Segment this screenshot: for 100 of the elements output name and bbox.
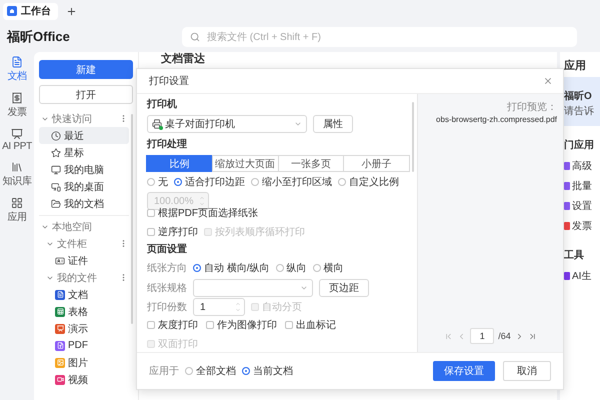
checkbox[interactable] bbox=[147, 209, 155, 217]
margins-button[interactable]: 页边距 bbox=[319, 279, 369, 297]
first-page-icon[interactable] bbox=[444, 332, 454, 340]
stepper-icon[interactable] bbox=[235, 301, 241, 313]
preview-label: 打印预览： bbox=[507, 100, 557, 114]
sidebar-item[interactable]: 图片 bbox=[39, 354, 129, 371]
app-item[interactable]: 设置 bbox=[564, 196, 600, 216]
panel-title: 应用 bbox=[564, 58, 587, 73]
mode-tab[interactable]: 小册子 bbox=[343, 155, 410, 172]
radio-button[interactable] bbox=[242, 367, 250, 375]
last-page-icon[interactable] bbox=[528, 332, 537, 340]
page-count: /64 bbox=[498, 331, 511, 341]
checkbox[interactable] bbox=[147, 321, 155, 329]
slides-file-icon bbox=[55, 324, 65, 334]
radio-button[interactable] bbox=[147, 178, 155, 186]
printer-icon bbox=[152, 119, 162, 129]
sidebar-item[interactable]: 我的电脑 bbox=[39, 161, 129, 178]
chevron-icon bbox=[294, 120, 302, 128]
option-label: 作为图像打印 bbox=[217, 318, 277, 332]
radio-button[interactable] bbox=[312, 264, 321, 272]
sidebar-item[interactable]: 星标 bbox=[39, 144, 129, 161]
paper-size-select[interactable] bbox=[193, 279, 313, 297]
radio-button[interactable] bbox=[338, 178, 346, 186]
open-button[interactable]: 打开 bbox=[39, 85, 133, 104]
mode-tab[interactable]: 一张多页 bbox=[278, 155, 344, 172]
nav-item[interactable]: 发票 bbox=[7, 92, 27, 119]
properties-button[interactable]: 属性 bbox=[313, 115, 353, 133]
option-label: 适合打印边距 bbox=[185, 176, 245, 189]
field-label: 纸张方向 bbox=[147, 262, 187, 275]
file-name: obs-browsertg-zh.compressed.pdf bbox=[436, 115, 557, 124]
option-label: 双面打印 bbox=[158, 338, 198, 351]
folder-icon bbox=[51, 198, 61, 208]
search-field[interactable]: 搜索文件 (Ctrl + Shift + F) bbox=[182, 27, 577, 47]
page-field[interactable]: 1 bbox=[470, 328, 494, 344]
printer-select[interactable]: 桌子对面打印机 bbox=[147, 115, 307, 133]
mode-tab[interactable]: 缩放过大页面 bbox=[212, 155, 278, 172]
field-label: 打印份数 bbox=[147, 300, 187, 314]
mode-tab[interactable]: 比例 bbox=[146, 155, 213, 172]
devices-icon bbox=[51, 182, 61, 192]
new-button[interactable]: 新建 bbox=[39, 60, 133, 79]
tree-folder[interactable]: 快速访问 bbox=[39, 110, 129, 127]
option-label: 自动分页 bbox=[262, 301, 302, 314]
cancel-button[interactable]: 取消 bbox=[503, 361, 551, 381]
radio-button[interactable] bbox=[185, 367, 193, 375]
option-label: 纵向 bbox=[286, 262, 307, 275]
sidebar-item[interactable]: 证件 bbox=[39, 252, 129, 269]
app-title: 福昕Office bbox=[7, 28, 71, 46]
nav-item[interactable]: 应用 bbox=[7, 197, 27, 224]
tree-folder[interactable]: 文件柜 bbox=[39, 235, 129, 252]
sidebar-item[interactable]: 文档 bbox=[39, 286, 129, 303]
nav-item[interactable]: AI PPT bbox=[2, 128, 32, 152]
sidebar-item[interactable]: 我的文档 bbox=[39, 195, 129, 212]
option-label: 缩小至打印区域 bbox=[262, 176, 332, 189]
banner-title: 福昕O bbox=[564, 90, 593, 103]
tool-item[interactable]: AI生 bbox=[564, 266, 600, 286]
save-button[interactable]: 保存设置 bbox=[433, 361, 495, 381]
chevron-icon bbox=[300, 284, 308, 292]
section-label: 打印处理 bbox=[147, 138, 188, 152]
sidebar-item[interactable]: 最近 bbox=[39, 127, 129, 144]
copies-field[interactable]: 1 bbox=[193, 298, 245, 316]
receipt-icon bbox=[11, 92, 23, 104]
nav-item[interactable]: 文档 bbox=[7, 56, 27, 83]
radio-button[interactable] bbox=[193, 264, 201, 272]
pdf-file-icon bbox=[55, 340, 65, 350]
nav-item[interactable]: 知识库 bbox=[2, 161, 32, 188]
books-icon bbox=[10, 161, 23, 173]
checkbox[interactable] bbox=[285, 321, 293, 329]
radio-button[interactable] bbox=[174, 178, 182, 186]
sidebar-item[interactable]: 演示 bbox=[39, 320, 129, 337]
section-heading: 门应用 bbox=[564, 138, 595, 152]
checkbox[interactable] bbox=[206, 321, 214, 329]
video-file-icon bbox=[55, 374, 65, 384]
scrollbar[interactable] bbox=[412, 102, 414, 172]
sidebar-item[interactable]: 表格 bbox=[39, 303, 129, 320]
app-item[interactable]: 批量 bbox=[564, 176, 600, 196]
radio-button[interactable] bbox=[251, 178, 259, 186]
app-item[interactable]: 高级 bbox=[564, 156, 600, 176]
monitor-icon bbox=[51, 164, 61, 174]
tree-folder[interactable]: 本地空间 bbox=[39, 218, 129, 235]
tree-folder[interactable]: 我的文件 bbox=[39, 269, 129, 286]
app-item[interactable]: 发票 bbox=[564, 216, 600, 236]
sidebar-item[interactable]: 视频 bbox=[39, 371, 129, 388]
section-heading: 文档雷达 bbox=[161, 53, 205, 65]
checkbox[interactable] bbox=[147, 228, 155, 236]
tab[interactable]: 工作台 bbox=[3, 2, 58, 20]
document-icon bbox=[11, 56, 23, 68]
option-label: 无 bbox=[158, 176, 168, 189]
spreadsheet-file-icon bbox=[55, 306, 65, 316]
search-input[interactable]: 搜索文件 (Ctrl + Shift + F) bbox=[205, 30, 569, 44]
sidebar-item[interactable]: PDF bbox=[39, 337, 129, 354]
document-file-icon bbox=[55, 290, 65, 300]
star-icon bbox=[51, 148, 61, 158]
sidebar-item[interactable]: 我的桌面 bbox=[39, 178, 129, 195]
clock-icon bbox=[51, 130, 61, 140]
option-label: 全部文档 bbox=[196, 364, 236, 378]
radio-button[interactable] bbox=[276, 264, 284, 272]
scrollbar[interactable] bbox=[131, 114, 133, 324]
presentation-icon bbox=[11, 128, 23, 140]
option-label: 当前文档 bbox=[253, 364, 293, 378]
section-label: 页面设置 bbox=[147, 243, 188, 257]
